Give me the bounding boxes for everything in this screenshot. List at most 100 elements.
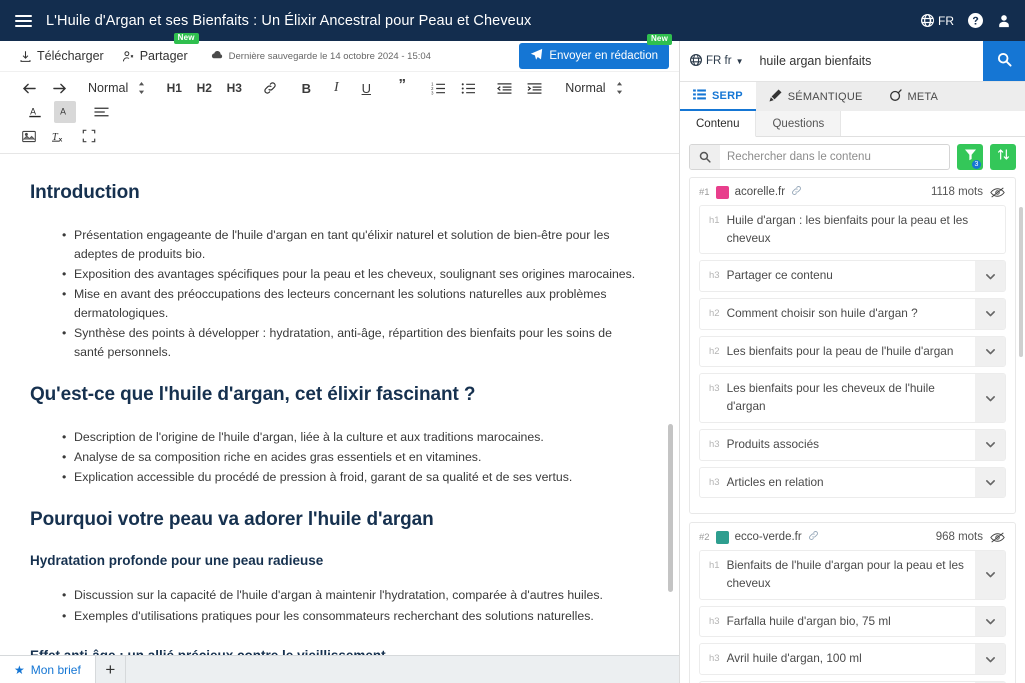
hamburger-icon[interactable]: [0, 0, 46, 41]
link-icon[interactable]: [791, 185, 802, 199]
italic-button[interactable]: I: [325, 77, 347, 99]
serp-heading-row[interactable]: h3 Produits associés: [699, 428, 1006, 461]
subtab-contenu[interactable]: Contenu: [680, 111, 757, 137]
editor-list-item[interactable]: Mise en avant des préoccupations des lec…: [62, 285, 639, 323]
share-button[interactable]: Partager New: [113, 32, 199, 72]
editor-list-item[interactable]: Exposition des avantages spécifiques pou…: [62, 265, 639, 284]
serp-heading-row[interactable]: h3 Farfalla huile d'argan bio, 75 ml: [699, 605, 1006, 638]
subtab-questions[interactable]: Questions: [756, 111, 842, 136]
serp-heading-row[interactable]: h2 Les bienfaits pour la peau de l'huile …: [699, 335, 1006, 368]
editor-list-item[interactable]: Explication accessible du procédé de pre…: [62, 468, 639, 487]
blockquote-button[interactable]: ”: [391, 77, 413, 99]
serp-search-button[interactable]: [983, 41, 1025, 81]
chevron-down-icon[interactable]: [975, 299, 1005, 329]
serp-heading-text: Farfalla huile d'argan bio, 75 ml: [726, 613, 891, 628]
serp-result-rank: #2: [699, 531, 710, 543]
serp-result-domain[interactable]: acorelle.fr: [735, 186, 786, 198]
font-size-select[interactable]: Normal: [565, 81, 622, 95]
chevron-down-icon[interactable]: [975, 261, 1005, 292]
tab-mon-brief[interactable]: ★ Mon brief: [0, 656, 96, 683]
eye-off-icon[interactable]: [989, 531, 1006, 544]
text-color-button[interactable]: A: [24, 101, 46, 123]
heading-2-button[interactable]: H2: [193, 77, 215, 99]
download-button[interactable]: Télécharger: [10, 41, 113, 72]
serp-heading-text: Huile d'argan : les bienfaits pour la pe…: [726, 213, 969, 245]
sort-icon: [997, 148, 1010, 166]
link-icon[interactable]: [808, 530, 819, 544]
redo-icon[interactable]: [48, 77, 70, 99]
editor-bullet-list: Discussion sur la capacité de l'huile d'…: [30, 586, 639, 625]
tab-meta[interactable]: META: [876, 82, 952, 111]
serp-heading-row[interactable]: h1 Huile d'argan : les bienfaits pour la …: [699, 205, 1006, 255]
serp-heading-row[interactable]: h1 Bienfaits de l'huile d'argan pour la p…: [699, 550, 1006, 600]
chevron-down-icon[interactable]: [975, 606, 1005, 637]
editor-heading[interactable]: Hydratation profonde pour une peau radie…: [30, 553, 639, 568]
ordered-list-icon[interactable]: 123: [427, 77, 449, 99]
underline-button[interactable]: U: [355, 77, 377, 99]
editor-scroll-area[interactable]: Introduction Présentation engageante de l…: [0, 154, 679, 655]
save-status-text: Dernière sauvegarde le 14 octobre 2024 -…: [228, 50, 431, 62]
editor-content[interactable]: Introduction Présentation engageante de l…: [0, 154, 679, 655]
send-label: Envoyer en rédaction: [549, 50, 658, 62]
serp-result-domain[interactable]: ecco-verde.fr: [735, 531, 802, 543]
serp-heading-tag: h3: [709, 438, 720, 450]
sort-button[interactable]: [990, 144, 1016, 170]
add-tab-button[interactable]: +: [96, 656, 126, 683]
serp-query-input[interactable]: [751, 41, 983, 81]
chevron-down-icon[interactable]: [975, 551, 1005, 599]
editor-list-item[interactable]: Exemples d'utilisations pratiques pour l…: [62, 607, 639, 626]
eye-off-icon[interactable]: [989, 186, 1006, 199]
serp-scrollbar-thumb[interactable]: [1019, 207, 1023, 357]
serp-heading-row[interactable]: h3 Les bienfaits pour les cheveux de l'hu…: [699, 373, 1006, 423]
align-icon[interactable]: [90, 101, 112, 123]
chevron-down-icon[interactable]: [975, 336, 1005, 367]
chevron-down-icon[interactable]: [975, 467, 1005, 498]
tab-serp[interactable]: SERP: [680, 82, 756, 111]
heading-1-button[interactable]: H1: [163, 77, 185, 99]
filter-button[interactable]: 3: [957, 144, 983, 170]
serp-heading-row[interactable]: h3 Articles en relation: [699, 466, 1006, 499]
serp-results-list[interactable]: #1 acorelle.fr 1118 mots h1 Huile d'argan : …: [680, 177, 1025, 683]
serp-heading-row[interactable]: h3 Partager ce contenu: [699, 260, 1006, 293]
link-icon[interactable]: [259, 77, 281, 99]
undo-icon[interactable]: [18, 77, 40, 99]
serp-language-selector[interactable]: FR fr ▼: [680, 41, 751, 81]
serp-heading-text-wrap: h3 Produits associés: [700, 430, 975, 460]
bold-button[interactable]: B: [295, 77, 317, 99]
serp-heading-tag: h3: [709, 476, 720, 488]
block-format-select[interactable]: Normal: [88, 81, 145, 95]
chevron-down-icon[interactable]: [975, 429, 1005, 460]
meta-icon: [889, 88, 902, 105]
serp-heading-row[interactable]: h2 Comment choisir son huile d'argan ?: [699, 298, 1006, 330]
serp-heading-row[interactable]: h3 Avril huile d'argan, 100 ml: [699, 643, 1006, 675]
serp-heading-tag: h3: [709, 383, 720, 395]
editor-list-item[interactable]: Analyse de sa composition riche en acide…: [62, 448, 639, 467]
bullet-list-icon[interactable]: [457, 77, 479, 99]
editor-list-item[interactable]: Description de l'origine de l'huile d'ar…: [62, 428, 639, 447]
editor-action-bar: Télécharger Partager New Dernière sauveg…: [0, 32, 679, 72]
indent-icon[interactable]: [523, 77, 545, 99]
tab-semantique[interactable]: SÉMANTIQUE: [756, 82, 876, 111]
editor-list-item[interactable]: Présentation engageante de l'huile d'arg…: [62, 226, 639, 264]
editor-heading[interactable]: Qu'est-ce que l'huile d'argan, cet élixi…: [30, 384, 639, 406]
send-to-redaction-button[interactable]: Envoyer en rédaction: [519, 43, 669, 69]
outdent-icon[interactable]: [493, 77, 515, 99]
help-circle-icon[interactable]: [968, 13, 983, 28]
language-switcher[interactable]: FR: [921, 14, 954, 28]
heading-3-button[interactable]: H3: [223, 77, 245, 99]
editor-heading[interactable]: Effet anti-âge : un allié précieux contr…: [30, 648, 639, 655]
chevron-down-icon[interactable]: [975, 644, 1005, 674]
image-icon[interactable]: [18, 125, 40, 147]
fullscreen-icon[interactable]: [78, 125, 100, 147]
clear-format-icon[interactable]: Tx: [48, 125, 70, 147]
serp-heading-text-wrap: h1 Huile d'argan : les bienfaits pour la …: [700, 206, 1005, 253]
editor-scrollbar-thumb[interactable]: [668, 424, 673, 592]
content-search-input[interactable]: [720, 151, 949, 163]
editor-list-item[interactable]: Synthèse des points à développer : hydra…: [62, 324, 639, 362]
editor-heading[interactable]: Pourquoi votre peau va adorer l'huile d'…: [30, 509, 639, 531]
highlight-color-button[interactable]: A: [54, 101, 76, 123]
editor-heading[interactable]: Introduction: [30, 182, 639, 204]
chevron-down-icon[interactable]: [975, 374, 1005, 422]
user-icon[interactable]: [997, 14, 1011, 28]
editor-list-item[interactable]: Discussion sur la capacité de l'huile d'…: [62, 586, 639, 605]
